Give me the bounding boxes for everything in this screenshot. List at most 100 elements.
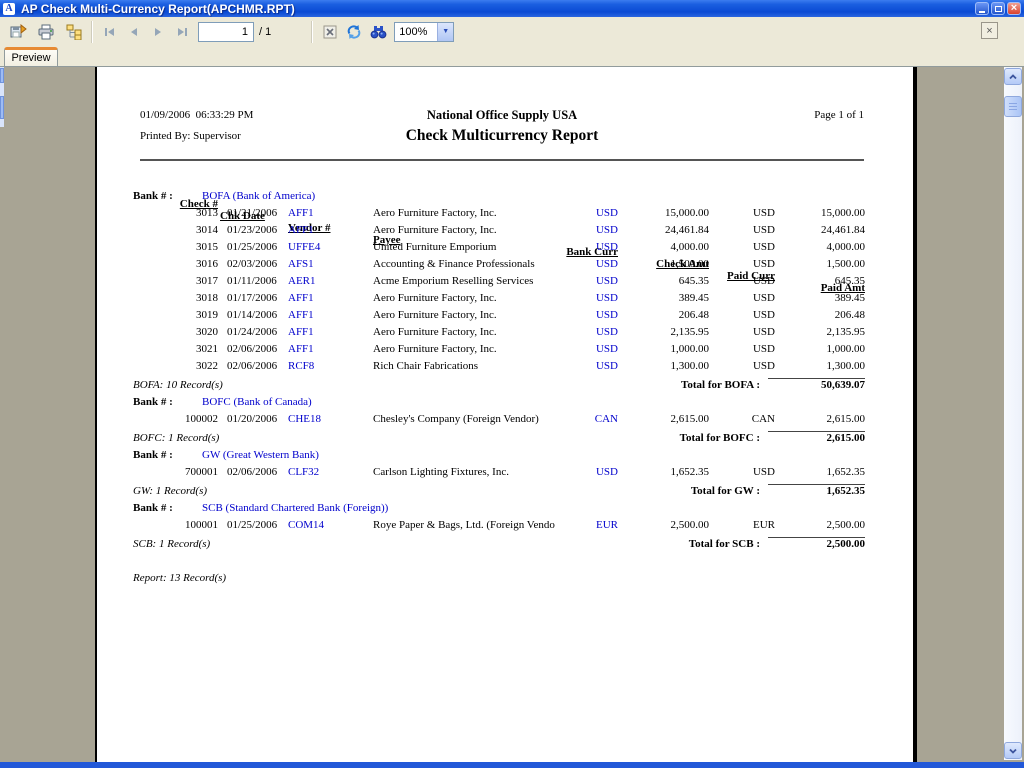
cell-check-amount: 24,461.84 <box>592 224 709 236</box>
table-row: 301501/25/2006UFFE4United Furniture Empo… <box>97 241 867 258</box>
chevron-down-icon[interactable]: ▼ <box>437 23 453 41</box>
export-button[interactable] <box>6 20 30 44</box>
group-footer-row: GW: 1 Record(s)Total for GW :1,652.35 <box>97 485 867 502</box>
bank-number-label: Bank # : <box>133 190 173 202</box>
group-tree-icon <box>66 24 82 40</box>
close-icon: × <box>1011 3 1017 14</box>
export-icon <box>10 24 27 40</box>
group-footer-row: BOFA: 10 Record(s)Total for BOFA :50,639… <box>97 379 867 396</box>
cell-check-number: 3018 <box>138 292 218 304</box>
scroll-down-button[interactable] <box>1004 742 1022 759</box>
cell-vendor-number: AER1 <box>288 275 368 287</box>
preview-area: 01/09/2006 06:33:29 PM National Office S… <box>0 67 1024 762</box>
report-title: Check Multicurrency Report <box>140 127 864 145</box>
tab-bar: Preview <box>0 46 1024 67</box>
table-row: 302102/06/2006AFF1Aero Furniture Factory… <box>97 343 867 360</box>
group-total-amount: 50,639.07 <box>752 379 865 391</box>
group-record-count: SCB: 1 Record(s) <box>133 538 210 550</box>
last-page-button[interactable] <box>170 20 194 44</box>
close-button[interactable]: × <box>1007 2 1021 15</box>
vertical-scrollbar[interactable] <box>1004 67 1022 760</box>
cell-vendor-number: RCF8 <box>288 360 368 372</box>
column-header-row: Check # Chk Date Vendor # Payee Bank Cur… <box>97 174 867 190</box>
previous-page-icon <box>128 26 140 38</box>
restore-button[interactable] <box>991 2 1005 15</box>
cell-paid-amount: 2,135.95 <box>752 326 865 338</box>
bank-name: BOFC (Bank of Canada) <box>202 396 312 408</box>
next-page-icon <box>152 26 164 38</box>
table-row: 301901/14/2006AFF1Aero Furniture Factory… <box>97 309 867 326</box>
cell-check-amount: 4,000.00 <box>592 241 709 253</box>
table-row: 10000101/25/2006COM14Roye Paper & Bags, … <box>97 519 867 536</box>
chevron-up-icon <box>1008 73 1018 81</box>
next-page-button[interactable] <box>146 20 170 44</box>
last-page-icon <box>176 26 188 38</box>
minimize-button[interactable] <box>975 2 989 15</box>
bank-group-header: Bank # : BOFA (Bank of America) <box>97 190 867 207</box>
search-button[interactable] <box>366 20 390 44</box>
group-total-label: Total for BOFC : <box>517 432 760 444</box>
bank-number-label: Bank # : <box>133 502 173 514</box>
cell-check-amount: 1,500.00 <box>592 258 709 270</box>
toolbar-close-button[interactable]: × <box>981 22 998 39</box>
table-row: 302001/24/2006AFF1Aero Furniture Factory… <box>97 326 867 343</box>
restore-icon <box>995 6 1002 12</box>
group-total-label: Total for GW : <box>517 485 760 497</box>
group-footer-row: SCB: 1 Record(s)Total for SCB :2,500.00 <box>97 538 867 555</box>
cell-paid-amount: 645.35 <box>752 275 865 287</box>
cell-check-amount: 2,135.95 <box>592 326 709 338</box>
group-total-amount: 2,500.00 <box>752 538 865 550</box>
cell-paid-amount: 1,000.00 <box>752 343 865 355</box>
cell-paid-amount: 24,461.84 <box>752 224 865 236</box>
report-page: 01/09/2006 06:33:29 PM National Office S… <box>95 67 917 762</box>
stop-icon <box>322 24 338 40</box>
zoom-level-value: 100% <box>399 26 437 38</box>
previous-page-button[interactable] <box>122 20 146 44</box>
zoom-level-select[interactable]: 100% ▼ <box>394 22 454 42</box>
cell-check-number: 3022 <box>138 360 218 372</box>
splitter-handle <box>0 96 4 119</box>
report-record-count-row: Report: 13 Record(s) <box>97 572 867 589</box>
cell-vendor-number: AFF1 <box>288 224 368 236</box>
cell-check-number: 3013 <box>138 207 218 219</box>
bank-group-header: Bank # :GW (Great Western Bank) <box>97 449 867 466</box>
cell-paid-amount: 1,500.00 <box>752 258 865 270</box>
report-page-label: Page 1 of 1 <box>140 109 864 121</box>
cell-paid-amount: 4,000.00 <box>752 241 865 253</box>
toggle-group-tree-button[interactable] <box>62 20 86 44</box>
tab-preview[interactable]: Preview <box>4 47 58 66</box>
splitter-handle <box>0 68 4 83</box>
cell-check-amount: 645.35 <box>592 275 709 287</box>
table-row: 301701/11/2006AER1Acme Emporium Resellin… <box>97 275 867 292</box>
group-tree-splitter[interactable] <box>0 67 4 127</box>
page-number-input[interactable]: 1 <box>198 22 254 42</box>
chevron-down-icon <box>1008 747 1018 755</box>
scrollbar-thumb[interactable] <box>1004 96 1022 117</box>
cell-check-amount: 1,000.00 <box>592 343 709 355</box>
cell-vendor-number: AFF1 <box>288 207 368 219</box>
cell-vendor-number: UFFE4 <box>288 241 368 253</box>
toolbar-separator <box>311 21 313 43</box>
toolbar-separator <box>91 21 93 43</box>
cell-check-number: 3016 <box>138 258 218 270</box>
stop-button[interactable] <box>318 20 342 44</box>
first-page-button[interactable] <box>98 20 122 44</box>
bank-number-label: Bank # : <box>133 449 173 461</box>
table-row: 301602/03/2006AFS1Accounting & Finance P… <box>97 258 867 275</box>
bank-name: BOFA (Bank of America) <box>202 190 315 202</box>
cell-paid-amount: 206.48 <box>752 309 865 321</box>
group-record-count: BOFA: 10 Record(s) <box>133 379 223 391</box>
group-footer-row: BOFC: 1 Record(s)Total for BOFC :2,615.0… <box>97 432 867 449</box>
cell-check-amount: 389.45 <box>592 292 709 304</box>
print-button[interactable] <box>34 20 58 44</box>
toolbar: 1 / 1 <box>0 17 1024 46</box>
group-total-amount: 2,615.00 <box>752 432 865 444</box>
page-count-label: / 1 <box>259 26 271 38</box>
cell-check-number: 3019 <box>138 309 218 321</box>
scroll-up-button[interactable] <box>1004 68 1022 85</box>
refresh-button[interactable] <box>342 20 366 44</box>
refresh-icon <box>346 24 362 40</box>
cell-vendor-number: AFS1 <box>288 258 368 270</box>
page-number-value: 1 <box>242 26 248 38</box>
table-row: 301801/17/2006AFF1Aero Furniture Factory… <box>97 292 867 309</box>
